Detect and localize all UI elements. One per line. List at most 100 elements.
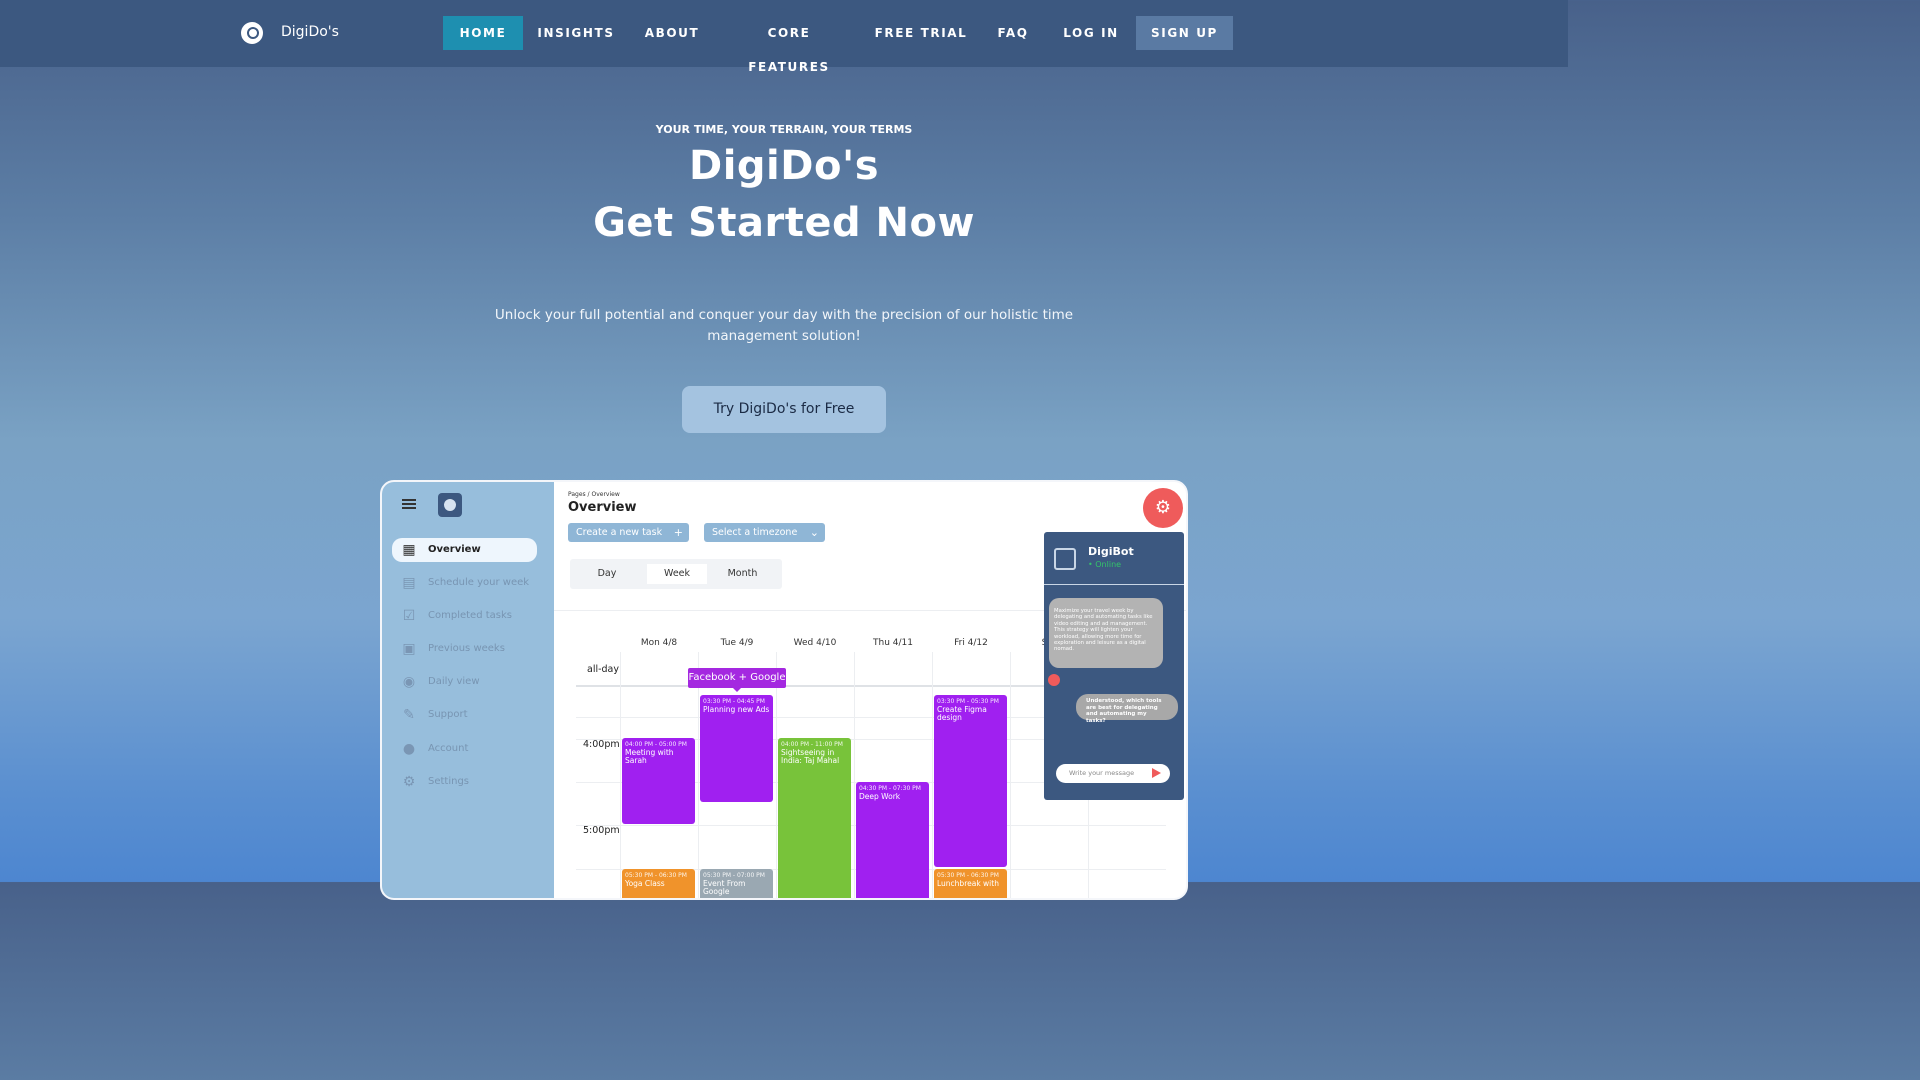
day-header: Thu 4/11 bbox=[873, 638, 913, 648]
hero-eyebrow: YOUR TIME, YOUR TERRAIN, YOUR TERMS bbox=[655, 123, 913, 136]
chevron-down-icon: ⌄ bbox=[809, 526, 819, 539]
sidebar-item-previous-weeks[interactable]: ▣ Previous weeks bbox=[392, 637, 537, 661]
plus-icon: + bbox=[673, 526, 683, 539]
nav-insights[interactable]: INSIGHTS bbox=[533, 16, 619, 50]
day-header: Mon 4/8 bbox=[640, 638, 678, 648]
sidebar-item-label: Schedule your week bbox=[428, 577, 530, 588]
sidebar-item-label: Support bbox=[428, 709, 468, 720]
view-switcher: Day Week Month bbox=[570, 559, 782, 589]
create-task-button[interactable]: Create a new task + bbox=[568, 523, 689, 542]
event-time: 03:30 PM - 04:45 PM bbox=[703, 698, 765, 705]
event-time: 04:00 PM - 11:00 PM bbox=[781, 741, 843, 748]
calendar-event[interactable]: 04:00 PM - 11:00 PM Sightseeing in India… bbox=[778, 738, 851, 898]
sidebar-item-label: Account bbox=[428, 743, 469, 754]
nav-free-trial[interactable]: FREE TRIAL bbox=[872, 16, 970, 50]
brand-name[interactable]: DigiDo's bbox=[281, 24, 339, 40]
calendar-event[interactable]: 05:30 PM - 06:30 PM Yoga Class bbox=[622, 869, 695, 898]
event-title: Sightseeing in India: Taj Mahal bbox=[781, 748, 840, 765]
nav-log-in[interactable]: LOG IN bbox=[1056, 16, 1126, 50]
chip-icon: ⚙ bbox=[1154, 497, 1172, 518]
calendar-event[interactable]: 03:30 PM - 04:45 PM Planning new Ads bbox=[700, 695, 773, 802]
grid-line bbox=[776, 652, 777, 898]
grid-line bbox=[932, 652, 933, 898]
grid-icon: ▦ bbox=[402, 542, 416, 558]
chat-placeholder: Write your message bbox=[1069, 769, 1135, 777]
divider bbox=[1044, 584, 1184, 585]
schedule-icon: ▤ bbox=[402, 575, 416, 591]
hero-title-line1: DigiDo's bbox=[689, 143, 879, 189]
sidebar-item-daily-view[interactable]: ◉ Daily view bbox=[392, 670, 537, 694]
create-task-label: Create a new task bbox=[576, 527, 663, 538]
sidebar-item-label: Daily view bbox=[428, 676, 480, 687]
allday-label: all-day bbox=[587, 664, 620, 675]
sidebar-item-completed[interactable]: ☑ Completed tasks bbox=[392, 604, 537, 628]
event-time: 04:30 PM - 07:30 PM bbox=[859, 785, 921, 792]
chatbot-toggle-button[interactable]: ⚙ bbox=[1143, 488, 1183, 528]
sidebar-item-label: Settings bbox=[428, 776, 470, 787]
nav-sign-up[interactable]: SIGN UP bbox=[1136, 16, 1233, 50]
event-title: Meeting with Sarah bbox=[625, 748, 674, 765]
wrench-icon: ✎ bbox=[403, 707, 415, 723]
hero-title-line2: Get Started Now bbox=[593, 200, 975, 246]
nav-faq[interactable]: FAQ bbox=[989, 16, 1037, 50]
sidebar-item-label: Completed tasks bbox=[428, 610, 512, 621]
sidebar-item-settings[interactable]: ⚙ Settings bbox=[392, 770, 537, 794]
chat-message-input[interactable]: Write your message bbox=[1056, 764, 1170, 783]
grid-line bbox=[854, 652, 855, 898]
event-title: Deep Work bbox=[859, 792, 901, 801]
event-time: 05:30 PM - 07:00 PM bbox=[703, 872, 765, 879]
chat-bot-name: DigiBot bbox=[1088, 545, 1134, 558]
nav-about[interactable]: ABOUT bbox=[638, 16, 706, 50]
checkbox-icon: ☑ bbox=[402, 608, 416, 624]
day-header: Fri 4/12 bbox=[954, 638, 988, 648]
bot-message: Maximize your travel week by delegating … bbox=[1049, 598, 1163, 668]
day-header: Wed 4/10 bbox=[793, 638, 837, 648]
user-message: Understood, which tools are best for del… bbox=[1076, 694, 1178, 724]
logo-icon[interactable] bbox=[241, 22, 263, 44]
event-time: 04:00 PM - 05:00 PM bbox=[625, 741, 687, 748]
sidebar-item-schedule[interactable]: ▤ Schedule your week bbox=[392, 571, 537, 595]
breadcrumb: Pages / Overview bbox=[568, 491, 620, 498]
app-logo-icon bbox=[438, 493, 462, 517]
user-avatar bbox=[1048, 674, 1060, 686]
nav-core-features[interactable]: CORE FEATURES bbox=[725, 16, 853, 74]
chat-panel: DigiBot • Online Maximize your travel we… bbox=[1044, 532, 1184, 800]
sidebar-item-label: Previous weeks bbox=[428, 643, 505, 654]
time-label: 5:00pm bbox=[583, 825, 620, 836]
event-time: 03:30 PM - 05:30 PM bbox=[937, 698, 999, 705]
calendar-event[interactable]: 04:30 PM - 07:30 PM Deep Work bbox=[856, 782, 929, 898]
sidebar: ▦ Overview ▤ Schedule your week ☑ Comple… bbox=[382, 482, 554, 898]
view-week-button[interactable]: Week bbox=[647, 564, 707, 584]
calendar-event[interactable]: 05:30 PM - 06:30 PM Lunchbreak with bbox=[934, 869, 1007, 898]
try-free-button[interactable]: Try DigiDo's for Free bbox=[682, 386, 886, 433]
event-title: Yoga Class bbox=[625, 879, 665, 888]
calendar-event[interactable]: 03:30 PM - 05:30 PM Create Figma design bbox=[934, 695, 1007, 867]
event-title: Lunchbreak with bbox=[937, 879, 999, 888]
nav-home[interactable]: HOME bbox=[443, 16, 523, 50]
sidebar-item-label: Overview bbox=[428, 544, 481, 555]
chat-status: • Online bbox=[1088, 560, 1122, 569]
send-icon[interactable] bbox=[1152, 768, 1161, 778]
hamburger-icon[interactable] bbox=[402, 499, 416, 509]
event-title: Create Figma design bbox=[937, 705, 987, 722]
grid-line bbox=[698, 652, 699, 898]
event-title: Event From Google bbox=[703, 879, 746, 896]
view-day-button[interactable]: Day bbox=[582, 564, 632, 584]
calendar-icon: ▣ bbox=[402, 641, 416, 657]
calendar-event[interactable]: 05:30 PM - 07:00 PM Event From Google bbox=[700, 869, 773, 898]
calendar-event[interactable]: 04:00 PM - 05:00 PM Meeting with Sarah bbox=[622, 738, 695, 824]
sidebar-item-account[interactable]: ● Account bbox=[392, 737, 537, 761]
user-icon: ● bbox=[402, 741, 416, 757]
chip-icon bbox=[1054, 548, 1076, 570]
allday-event-tag[interactable]: Facebook + Google bbox=[688, 668, 786, 692]
timezone-select[interactable]: Select a timezone ⌄ bbox=[704, 523, 825, 542]
app-mockup: ▦ Overview ▤ Schedule your week ☑ Comple… bbox=[380, 480, 1188, 900]
hero-subtitle: Unlock your full potential and conquer y… bbox=[494, 307, 1074, 344]
view-month-button[interactable]: Month bbox=[715, 564, 770, 584]
event-time: 05:30 PM - 06:30 PM bbox=[937, 872, 999, 879]
event-time: 05:30 PM - 06:30 PM bbox=[625, 872, 687, 879]
sidebar-item-overview[interactable]: ▦ Overview bbox=[392, 538, 537, 562]
event-title: Planning new Ads bbox=[703, 705, 770, 714]
time-label: 4:00pm bbox=[583, 739, 620, 750]
sidebar-item-support[interactable]: ✎ Support bbox=[392, 703, 537, 727]
